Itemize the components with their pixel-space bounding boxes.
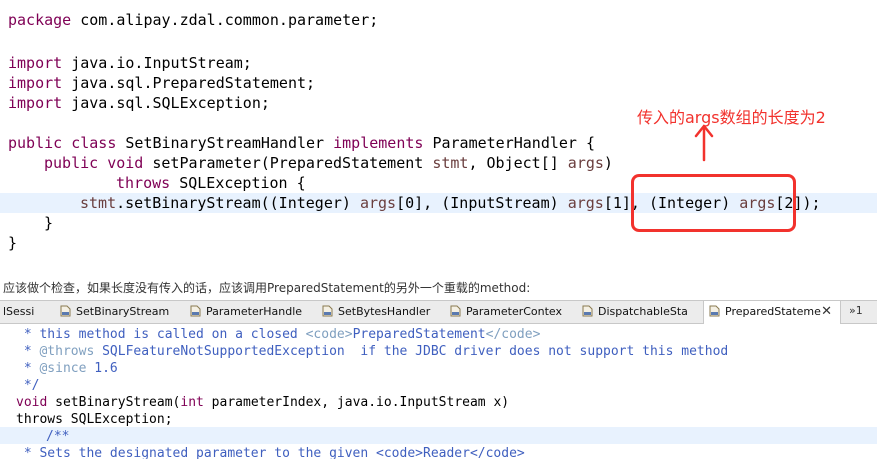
javadoc-line-open: /**: [46, 429, 70, 444]
tab-overflow-button[interactable]: »1: [849, 301, 863, 321]
up-arrow-icon: [694, 124, 714, 162]
tab-parametercontex[interactable]: ParameterContex: [450, 301, 582, 323]
javadoc-line-cut: * Sets the designated parameter to the g…: [16, 446, 525, 459]
tab-dispatchablesta[interactable]: DispatchableSta: [582, 301, 702, 323]
tab-lsessi[interactable]: lSessi: [3, 301, 43, 323]
tab-parameterhandle[interactable]: ParameterHandle: [190, 301, 320, 323]
editor-tab-bar: lSessi SetBinaryStream ParameterHandle S…: [0, 300, 877, 324]
code-line-package: package com.alipay.zdal.common.parameter…: [8, 11, 379, 29]
class-file-icon: [709, 305, 720, 317]
code-line-close-class: }: [8, 234, 18, 252]
annotation-text: 传入的args数组的长度为2: [637, 108, 826, 127]
javadoc-line-2: * @throws SQLFeatureNotSupportedExceptio…: [16, 344, 729, 359]
close-icon[interactable]: ✕: [821, 301, 832, 323]
code-line-class-decl: public class SetBinaryStreamHandler impl…: [8, 134, 596, 152]
class-file-icon: [60, 305, 71, 317]
code-line-import-2: import java.sql.PreparedStatement;: [8, 74, 316, 92]
class-file-icon: [582, 305, 593, 317]
code-editor-bottom: * this method is called on a closed <cod…: [0, 324, 877, 459]
javadoc-line-1: * this method is called on a closed <cod…: [16, 327, 541, 342]
class-file-icon: [190, 305, 201, 317]
code-editor-top: package com.alipay.zdal.common.parameter…: [0, 0, 877, 268]
javadoc-line-4: */: [16, 378, 40, 393]
tab-setbinarystream[interactable]: SetBinaryStream: [60, 301, 190, 323]
tab-setbyteshandler[interactable]: SetBytesHandler: [322, 301, 448, 323]
class-file-icon: [450, 305, 461, 317]
code-line-method-sig: void setBinaryStream(int parameterIndex,…: [16, 395, 510, 410]
code-line-throws: throws SQLException {: [116, 174, 306, 192]
highlight-box: [631, 174, 796, 232]
note-text: 应该做个检查，如果长度没有传入的话，应该调用PreparedStatement的…: [3, 281, 531, 295]
current-line-highlight: [0, 427, 877, 444]
code-line-import-3: import java.sql.SQLException;: [8, 94, 270, 112]
code-line-method-decl: public void setParameter(PreparedStateme…: [44, 154, 613, 172]
code-line-import-1: import java.io.InputStream;: [8, 54, 252, 72]
code-line-close-method: }: [44, 214, 54, 232]
code-line-throws: throws SQLException;: [16, 412, 173, 427]
class-file-icon: [322, 305, 333, 317]
tab-preparedstateme[interactable]: PreparedStateme ✕: [703, 301, 841, 324]
javadoc-line-3: * @since 1.6: [16, 361, 118, 376]
